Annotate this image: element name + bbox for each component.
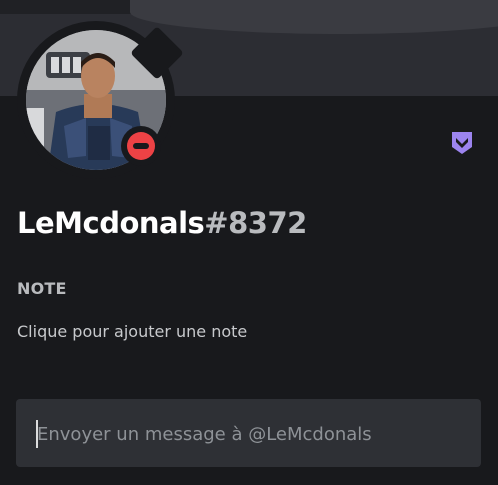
avatar-frame [17, 21, 184, 179]
username-name: LeMcdonals [17, 206, 205, 240]
message-input-placeholder: Envoyer un message à @LeMcdonals [37, 424, 372, 445]
user-profile-card: LeMcdonals#8372 NOTE Clique pour ajouter… [0, 0, 498, 485]
banner-curve [130, 0, 498, 34]
username-discriminator: #8372 [204, 206, 307, 240]
username: LeMcdonals#8372 [17, 206, 307, 240]
note-label: NOTE [17, 279, 67, 298]
status-indicator [121, 126, 161, 166]
do-not-disturb-icon [127, 132, 155, 160]
note-input[interactable]: Clique pour ajouter une note [17, 322, 457, 341]
hypesquad-badge-icon[interactable] [448, 129, 476, 157]
